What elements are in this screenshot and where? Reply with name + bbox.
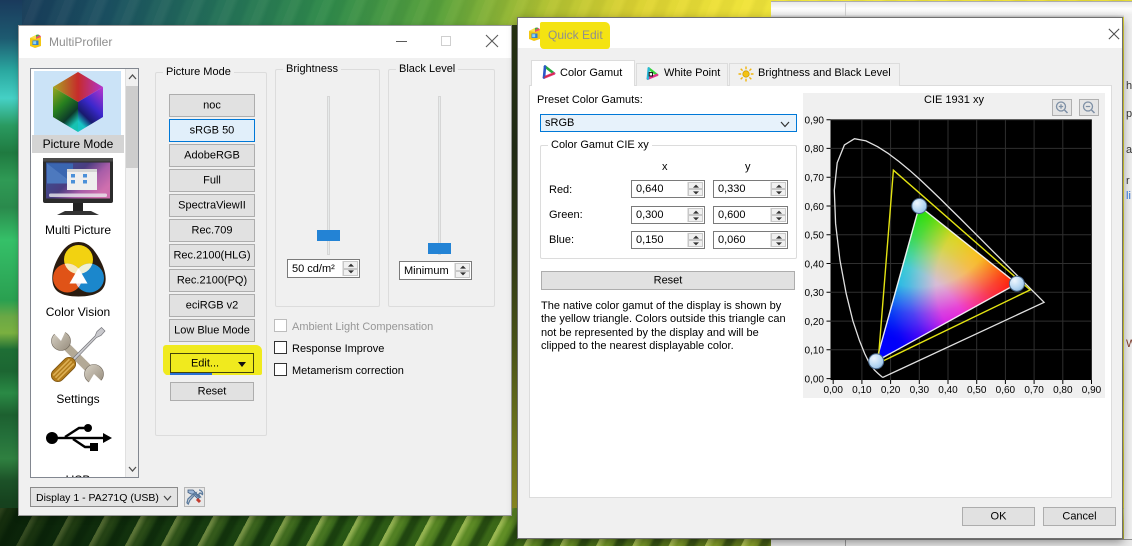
svg-text:0,50: 0,50 — [805, 231, 825, 242]
svg-text:0,10: 0,10 — [805, 346, 825, 357]
svg-text:0,50: 0,50 — [967, 385, 987, 396]
svg-text:0,70: 0,70 — [805, 173, 825, 184]
svg-text:0,70: 0,70 — [1024, 385, 1044, 396]
svg-text:0,40: 0,40 — [805, 259, 825, 270]
svg-text:0,00: 0,00 — [805, 374, 825, 385]
svg-text:0,00: 0,00 — [823, 385, 843, 396]
svg-text:0,90: 0,90 — [805, 116, 825, 127]
svg-text:0,60: 0,60 — [805, 202, 825, 213]
svg-text:0,20: 0,20 — [805, 317, 825, 328]
svg-text:0,90: 0,90 — [1082, 385, 1102, 396]
svg-text:0,30: 0,30 — [910, 385, 930, 396]
svg-text:0,60: 0,60 — [996, 385, 1016, 396]
svg-text:0,20: 0,20 — [881, 385, 901, 396]
svg-text:0,40: 0,40 — [938, 385, 958, 396]
svg-text:0,80: 0,80 — [1053, 385, 1073, 396]
svg-text:0,80: 0,80 — [805, 144, 825, 155]
svg-text:0,10: 0,10 — [852, 385, 872, 396]
svg-text:0,30: 0,30 — [805, 288, 825, 299]
